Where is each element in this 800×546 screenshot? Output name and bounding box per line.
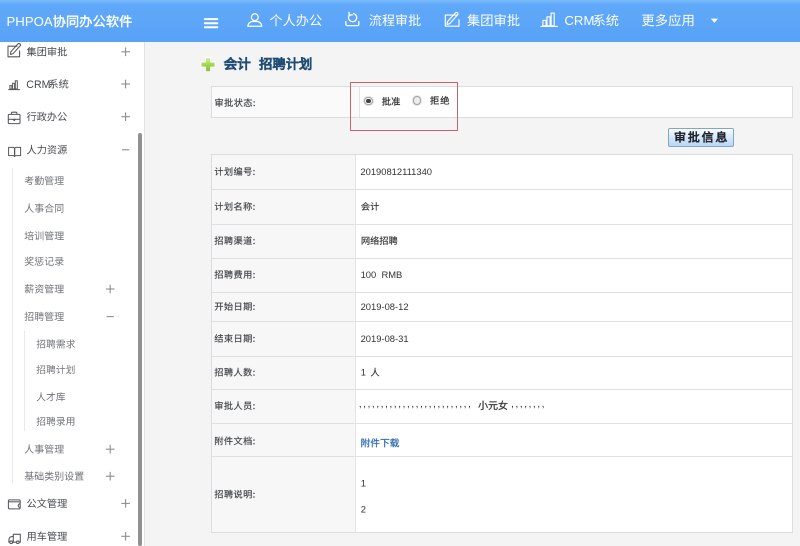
svg-text:1: 1 xyxy=(361,477,366,488)
svg-text:,,,,,,,,: ,,,,,,,, xyxy=(511,398,546,410)
svg-text:PHPOA: PHPOA xyxy=(7,14,53,29)
svg-text:2019-08-31: 2019-08-31 xyxy=(361,333,409,344)
svg-text:CRM: CRM xyxy=(564,13,594,28)
svg-text:CRM: CRM xyxy=(26,79,50,91)
svg-text:20190812111340: 20190812111340 xyxy=(360,166,432,177)
svg-text:100 RMB: 100 RMB xyxy=(361,269,403,280)
svg-text:2: 2 xyxy=(361,503,366,514)
svg-text:,,,,,,,,,,,,,,,,,,,,,,,,,,: ,,,,,,,,,,,,,,,,,,,,,,,,,, xyxy=(359,398,473,410)
svg-text:2019-08-12: 2019-08-12 xyxy=(361,301,409,312)
svg-text:1: 1 xyxy=(361,367,366,378)
